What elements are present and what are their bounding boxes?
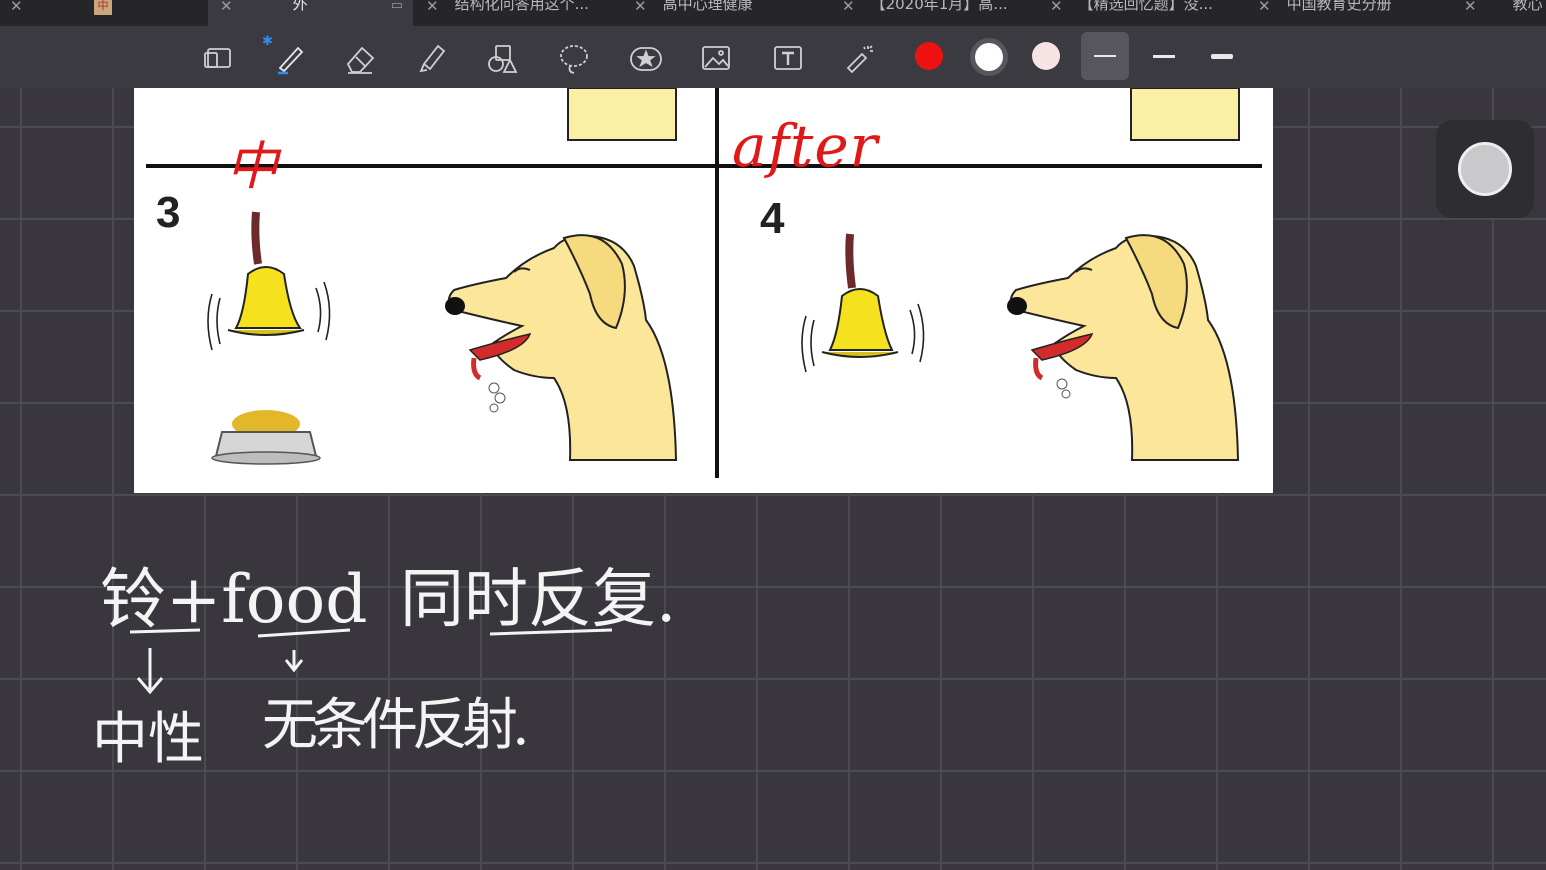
handwritten-note-line2-b: 无条件反射. xyxy=(262,693,530,758)
assistive-touch-icon xyxy=(1458,142,1512,196)
handwritten-note-line2-a: 中性 xyxy=(92,707,204,772)
handwriting-strokes xyxy=(129,628,613,695)
assistive-touch-button[interactable] xyxy=(1436,120,1534,218)
